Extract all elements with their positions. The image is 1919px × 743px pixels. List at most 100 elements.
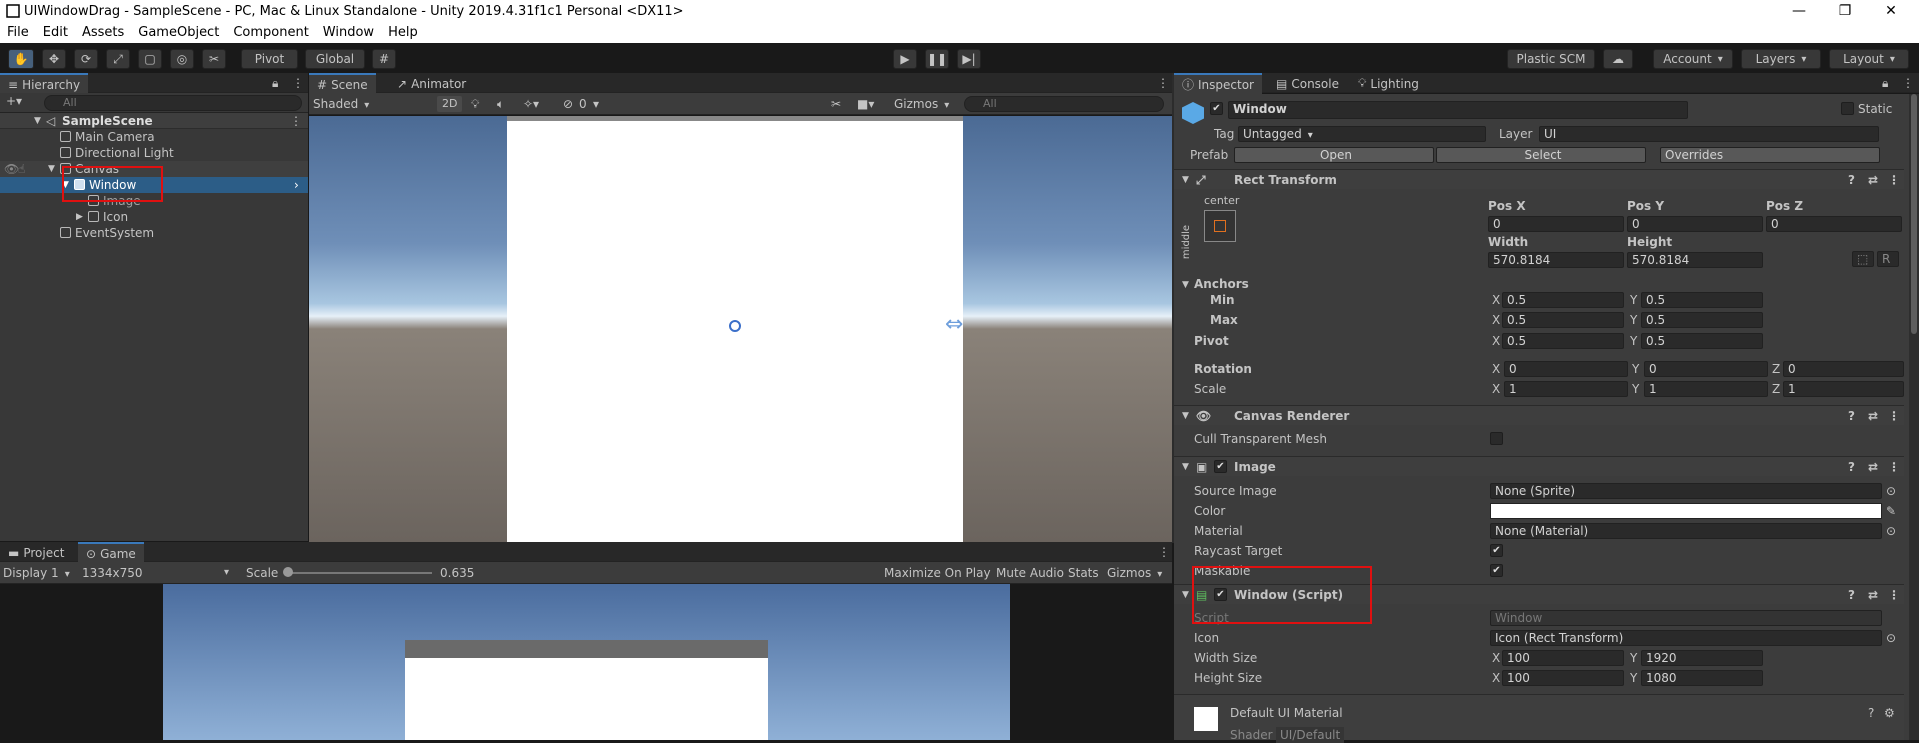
help-icon[interactable]: ?: [1848, 406, 1855, 426]
anchors-foldout-icon[interactable]: ▼: [1182, 280, 1189, 290]
more-icon[interactable]: ⋮: [1902, 76, 1914, 90]
height-size-y-field[interactable]: 1080: [1641, 670, 1763, 686]
tools-icon[interactable]: ✂: [831, 96, 841, 112]
raw-edit-button[interactable]: R: [1877, 251, 1899, 267]
rotate-tool-button[interactable]: ⟳: [74, 49, 98, 69]
hierarchy-item-icon[interactable]: ▶ Icon: [0, 209, 308, 225]
maximize-button[interactable]: ❐: [1822, 0, 1868, 22]
more-icon[interactable]: ⋮: [292, 76, 304, 90]
foldout-arrow-icon[interactable]: ▼: [1182, 585, 1189, 605]
game-gizmos-dropdown[interactable]: Gizmos: [1107, 565, 1162, 583]
source-image-field[interactable]: None (Sprite): [1490, 483, 1882, 499]
rotation-x-field[interactable]: 0: [1504, 361, 1628, 377]
eyedropper-icon[interactable]: ✎: [1886, 503, 1896, 519]
anchor-preset-button[interactable]: [1204, 210, 1236, 242]
pickable-icon[interactable]: ☝︎: [18, 161, 25, 177]
blueprint-mode-button[interactable]: ⬚: [1852, 251, 1874, 267]
prefab-open-button[interactable]: Open: [1234, 147, 1434, 163]
menu-file[interactable]: File: [0, 25, 36, 40]
visibility-icon[interactable]: 👁︎: [4, 161, 19, 177]
global-toggle[interactable]: Global: [305, 49, 365, 69]
component-more-icon[interactable]: ⋮: [1888, 585, 1900, 605]
tab-game[interactable]: ⊙ Game: [78, 542, 144, 563]
active-checkbox[interactable]: ✔: [1210, 102, 1223, 115]
gameobject-cube-icon[interactable]: [1182, 102, 1204, 124]
tab-project[interactable]: ▬ Project: [0, 542, 72, 563]
maximize-on-play-toggle[interactable]: Maximize On Play: [884, 565, 991, 581]
preset-icon[interactable]: ⇄: [1868, 170, 1878, 190]
camera-icon[interactable]: ■▾: [857, 96, 874, 112]
height-field[interactable]: 570.8184: [1627, 252, 1763, 268]
cloud-button[interactable]: ☁: [1603, 49, 1633, 69]
foldout-arrow-icon[interactable]: ▼: [1182, 406, 1189, 426]
game-more-icon[interactable]: ⋮: [1158, 545, 1170, 559]
move-tool-button[interactable]: ✥: [42, 49, 66, 69]
menu-assets[interactable]: Assets: [75, 25, 131, 40]
lock-icon[interactable]: 🔒︎: [1882, 76, 1888, 91]
help-icon[interactable]: ?: [1868, 705, 1874, 721]
tab-inspector[interactable]: ⓘ Inspector: [1174, 73, 1262, 94]
icon-field[interactable]: Icon (Rect Transform): [1490, 630, 1882, 646]
mute-audio-toggle[interactable]: Mute Audio: [996, 565, 1064, 581]
step-button[interactable]: ▶|: [957, 49, 981, 69]
chevron-right-icon[interactable]: ›: [294, 177, 299, 193]
stats-toggle[interactable]: Stats: [1068, 565, 1099, 581]
rotation-z-field[interactable]: 0: [1783, 361, 1904, 377]
gear-icon[interactable]: ⚙: [1884, 705, 1895, 721]
pivot-x-field[interactable]: 0.5: [1502, 333, 1624, 349]
component-more-icon[interactable]: ⋮: [1888, 406, 1900, 426]
rotation-y-field[interactable]: 0: [1644, 361, 1768, 377]
anchor-max-x-field[interactable]: 0.5: [1502, 312, 1624, 328]
tab-hierarchy[interactable]: ≡ Hierarchy: [0, 73, 89, 94]
menu-component[interactable]: Component: [226, 25, 315, 40]
layout-dropdown[interactable]: Layout: [1829, 49, 1909, 69]
tag-dropdown[interactable]: Untagged: [1238, 126, 1486, 142]
scene-search-input[interactable]: All: [964, 96, 1164, 112]
menu-edit[interactable]: Edit: [36, 25, 75, 40]
preset-icon[interactable]: ⇄: [1868, 406, 1878, 426]
expand-arrow-icon[interactable]: ▶: [76, 209, 83, 225]
tab-lighting[interactable]: 💡︎ Lighting: [1350, 73, 1427, 94]
hierarchy-item-eventsystem[interactable]: EventSystem: [0, 225, 308, 241]
posz-field[interactable]: 0: [1766, 216, 1902, 232]
scene-more-icon[interactable]: ⋮: [290, 113, 302, 129]
display-dropdown[interactable]: Display 1: [3, 565, 77, 583]
account-dropdown[interactable]: Account: [1653, 49, 1733, 69]
2d-toggle[interactable]: 2D: [437, 96, 463, 112]
game-viewport[interactable]: [163, 584, 1010, 740]
width-field[interactable]: 570.8184: [1488, 252, 1624, 268]
static-dropdown[interactable]: Static: [1858, 101, 1892, 117]
object-name-field[interactable]: Window: [1228, 101, 1688, 119]
hierarchy-item-directional-light[interactable]: Directional Light: [0, 145, 308, 161]
minimize-button[interactable]: —: [1776, 0, 1822, 22]
hierarchy-search-input[interactable]: All: [44, 95, 302, 111]
pause-button[interactable]: ❚❚: [925, 49, 949, 69]
expand-arrow-icon[interactable]: ▼: [34, 113, 41, 129]
width-size-x-field[interactable]: 100: [1502, 650, 1624, 666]
object-picker-icon[interactable]: ⊙: [1886, 523, 1896, 539]
scale-y-field[interactable]: 1: [1644, 381, 1768, 397]
scrollbar-thumb[interactable]: [1911, 94, 1917, 334]
pivot-y-field[interactable]: 0.5: [1641, 333, 1763, 349]
menu-window[interactable]: Window: [316, 25, 381, 40]
hidden-objects-icon[interactable]: ⊘: [563, 96, 573, 112]
help-icon[interactable]: ?: [1848, 585, 1855, 605]
anchor-max-y-field[interactable]: 0.5: [1641, 312, 1763, 328]
scale-x-field[interactable]: 1: [1504, 381, 1628, 397]
effects-icon[interactable]: ✧▾: [523, 96, 539, 112]
scale-slider-handle[interactable]: [283, 567, 293, 577]
scale-tool-button[interactable]: ⤢: [106, 49, 130, 69]
layer-dropdown[interactable]: UI: [1539, 126, 1879, 142]
close-button[interactable]: ✕: [1868, 0, 1914, 22]
help-icon[interactable]: ?: [1848, 170, 1855, 190]
hierarchy-item-main-camera[interactable]: Main Camera: [0, 129, 308, 145]
inspector-scrollbar[interactable]: [1909, 94, 1919, 740]
shader-dropdown[interactable]: UI/Default: [1276, 727, 1345, 743]
hierarchy-scene-row[interactable]: ▼ ◁ SampleScene ⋮: [0, 113, 308, 129]
scale-slider[interactable]: [290, 572, 432, 574]
pivot-toggle[interactable]: Pivot: [241, 49, 298, 69]
color-swatch[interactable]: [1490, 503, 1882, 519]
custom-tool-button[interactable]: ✂: [202, 49, 226, 69]
object-picker-icon[interactable]: ⊙: [1886, 483, 1896, 499]
maskable-checkbox[interactable]: ✔: [1490, 564, 1503, 577]
